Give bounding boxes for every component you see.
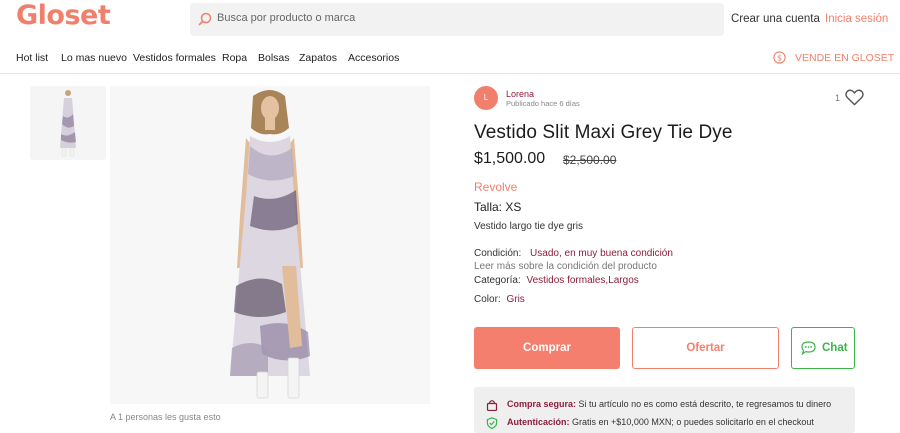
brand-link[interactable]: Revolve	[474, 180, 517, 194]
auth-label-text: Autenticación:	[507, 417, 570, 427]
product-title: Vestido Slit Maxi Grey Tie Dye	[474, 122, 733, 143]
offer-button[interactable]: Ofertar	[632, 327, 779, 369]
nav-item-lo-mas-nuevo[interactable]: Lo mas nuevo	[61, 52, 127, 64]
like-count: 1	[835, 93, 841, 103]
auth-text: Gratis en +$10,000 MXN; o puedes solicit…	[572, 417, 814, 427]
heart-icon[interactable]	[845, 89, 864, 106]
dollar-circle-icon: $	[773, 51, 786, 64]
price: $1,500.00	[474, 150, 546, 167]
logo[interactable]: Gloset	[16, 0, 111, 31]
nav-item-ropa[interactable]: Ropa	[222, 52, 247, 64]
guarantee-box: Compra segura: Si tu artículo no es como…	[474, 387, 855, 433]
avatar[interactable]: L	[474, 86, 498, 110]
thumbnail-image[interactable]	[30, 86, 106, 160]
secure-label-text: Compra segura:	[507, 399, 577, 409]
seller-name[interactable]: Lorena	[506, 89, 534, 99]
nav-item-accesorios[interactable]: Accesorios	[348, 52, 399, 64]
category-nav: Hot list Lo mas nuevo Vestidos formales …	[0, 44, 900, 74]
nav-item-bolsas[interactable]: Bolsas	[258, 52, 290, 64]
color-value[interactable]: Gris	[506, 294, 524, 305]
posted-time: Publicado hace 6 días	[506, 99, 580, 108]
original-price: $2,500.00	[563, 153, 617, 167]
secure-text: Si tu artículo no es como está descrito,…	[578, 399, 832, 409]
condition-more-link[interactable]: Leer más sobre la condición del producto	[474, 261, 657, 272]
nav-item-zapatos[interactable]: Zapatos	[299, 52, 337, 64]
authentication-row: Autenticación: Gratis en +$10,000 MXN; o…	[486, 417, 846, 431]
category-value[interactable]: Vestidos formales,Largos	[526, 275, 638, 286]
shield-check-icon	[486, 417, 498, 429]
create-account-link[interactable]: Crear una cuenta	[731, 13, 820, 25]
authentication-label: Autenticación: Gratis en +$10,000 MXN; o…	[507, 417, 814, 427]
product-main-image[interactable]	[110, 86, 430, 404]
color-label: Color:	[474, 294, 501, 305]
secure-purchase-row: Compra segura: Si tu artículo no es como…	[486, 399, 846, 413]
secure-label: Compra segura: Si tu artículo no es como…	[507, 399, 831, 409]
buy-button[interactable]: Comprar	[474, 327, 620, 369]
category-label: Categoría:	[474, 275, 521, 286]
likes-text: A 1 personas les gusta esto	[110, 412, 221, 422]
header: Gloset Busca por producto o marca Crear …	[0, 0, 900, 40]
chat-bubble-icon	[801, 341, 816, 355]
svg-text:$: $	[777, 53, 782, 62]
search-placeholder: Busca por producto o marca	[217, 12, 356, 24]
nav-item-vestidos-formales[interactable]: Vestidos formales	[133, 52, 216, 64]
size-text: Talla: XS	[474, 200, 522, 214]
condition-row: Condición: Usado, en muy buena condición	[474, 248, 673, 259]
description: Vestido largo tie dye gris	[474, 221, 583, 232]
search-icon	[198, 12, 212, 26]
color-row: Color: Gris	[474, 294, 525, 305]
login-link[interactable]: Inicia sesión	[825, 13, 888, 25]
nav-item-hot-list[interactable]: Hot list	[16, 52, 48, 64]
chat-label: Chat	[822, 342, 848, 354]
condition-label: Condición:	[474, 248, 522, 259]
dress-model-figure	[110, 86, 430, 404]
sell-label: VENDE EN GLOSET	[795, 52, 895, 64]
thumbnail-dress-figure	[30, 86, 106, 160]
category-row: Categoría: Vestidos formales,Largos	[474, 275, 639, 286]
condition-value[interactable]: Usado, en muy buena condición	[530, 248, 673, 259]
search-input[interactable]: Busca por producto o marca	[190, 3, 724, 36]
bag-lock-icon	[486, 400, 498, 411]
chat-button[interactable]: Chat	[791, 327, 855, 369]
